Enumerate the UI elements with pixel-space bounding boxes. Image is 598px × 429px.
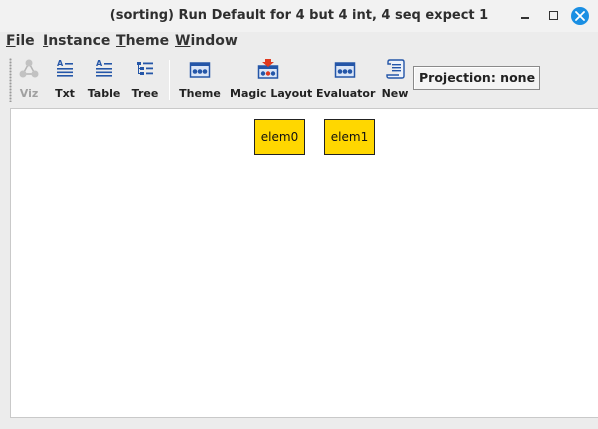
close-icon (575, 11, 585, 21)
theme-label: Theme (179, 87, 221, 100)
menu-theme-label: heme (125, 33, 170, 49)
new-button[interactable]: New (381, 58, 409, 102)
graph-node-elem1[interactable]: elem1 (324, 119, 375, 155)
minimize-icon (521, 17, 529, 19)
toolbar-separator (169, 60, 170, 100)
txt-label: Txt (55, 87, 75, 100)
table-label: Table (87, 87, 121, 100)
evaluator-icon (334, 62, 356, 78)
magic-layout-icon (257, 59, 279, 79)
svg-text:A: A (96, 59, 103, 68)
tree-icon (137, 62, 153, 75)
menu-bar: File Instance Theme Window (0, 32, 598, 52)
maximize-button[interactable] (545, 7, 563, 25)
menu-instance[interactable]: Instance (43, 33, 110, 49)
tree-label: Tree (131, 87, 159, 100)
scroll-icon (386, 59, 405, 79)
table-button[interactable]: A Table (87, 58, 121, 102)
menu-theme-mnemonic: T (116, 33, 126, 49)
theme-button[interactable]: Theme (178, 58, 222, 102)
text-icon: A (57, 59, 73, 77)
magic-layout-label: Magic Layout (230, 87, 313, 100)
menu-file[interactable]: File (6, 33, 35, 49)
table-icon: A (96, 59, 112, 77)
graph-node-elem0[interactable]: elem0 (254, 119, 305, 155)
status-bar (0, 418, 598, 429)
minimize-button[interactable] (516, 7, 534, 25)
projection-button[interactable]: Projection: none (413, 66, 540, 90)
title-bar[interactable]: (sorting) Run Default for 4 but 4 int, 4… (0, 0, 598, 32)
menu-window[interactable]: Window (175, 33, 238, 49)
menu-theme[interactable]: Theme (116, 33, 169, 49)
svg-text:A: A (57, 59, 64, 68)
menu-file-mnemonic: F (6, 33, 16, 49)
graph-canvas[interactable]: elem0 elem1 (10, 108, 598, 418)
toolbar-grip[interactable] (9, 58, 12, 102)
window-title: (sorting) Run Default for 4 but 4 int, 4… (109, 8, 489, 23)
evaluator-label: Evaluator (316, 87, 376, 100)
viz-label: Viz (19, 87, 39, 100)
txt-button[interactable]: A Txt (50, 58, 80, 102)
close-button[interactable] (571, 7, 589, 25)
viz-button[interactable]: Viz (16, 58, 42, 102)
tree-button[interactable]: Tree (129, 58, 161, 102)
evaluator-button[interactable]: Evaluator (316, 58, 376, 102)
menu-instance-label: nstance (48, 33, 111, 49)
maximize-icon (549, 11, 558, 20)
menu-file-label: ile (15, 33, 35, 49)
new-label: New (381, 87, 409, 100)
menu-window-label: indow (190, 33, 238, 49)
app-window: (sorting) Run Default for 4 but 4 int, 4… (0, 0, 598, 429)
graph-icon (19, 59, 39, 78)
menu-window-mnemonic: W (175, 33, 191, 49)
theme-icon (189, 62, 211, 78)
projection-label: Projection: none (419, 70, 536, 85)
magic-layout-button[interactable]: Magic Layout (230, 58, 313, 102)
toolbar: Viz A Txt A Table Tree Theme Magic Layou… (0, 52, 598, 108)
